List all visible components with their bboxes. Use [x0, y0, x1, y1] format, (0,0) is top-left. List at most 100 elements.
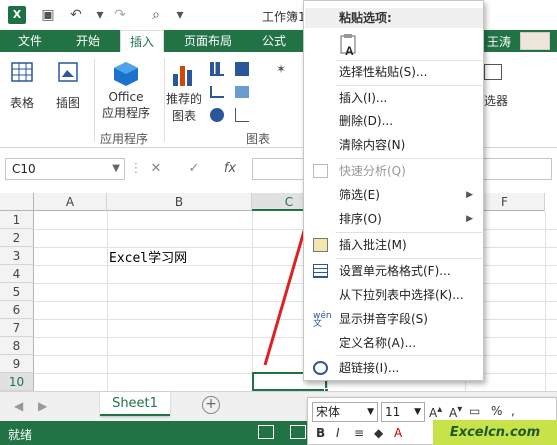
context-menu: 粘贴选项: A 选择性粘贴(S)... 插入(I)... 删除(D)... 清除…: [303, 0, 484, 381]
row-header[interactable]: 9: [0, 355, 34, 373]
scroll-right-icon[interactable]: ▶: [38, 399, 47, 413]
customize-qat-icon[interactable]: ▾: [170, 6, 190, 24]
fill-color-icon[interactable]: ◆: [374, 426, 383, 440]
menu-item-pick-from-list[interactable]: 从下拉列表中选择(K)...: [305, 284, 483, 306]
undo-dropdown-icon[interactable]: ▾: [90, 6, 110, 24]
chevron-down-icon[interactable]: ▼: [112, 159, 120, 179]
menu-item-define-name[interactable]: 定义名称(A)...: [305, 332, 483, 354]
status-ready: 就绪: [8, 428, 33, 442]
menu-item-insert-comment[interactable]: 插入批注(M): [305, 234, 483, 256]
chevron-down-icon: ▼: [367, 407, 374, 417]
menu-item-sort[interactable]: 排序(O) ▶: [305, 208, 483, 230]
row-header[interactable]: 2: [0, 229, 34, 247]
table-button[interactable]: 表格: [4, 60, 40, 111]
row-header[interactable]: 6: [0, 301, 34, 319]
tab-home[interactable]: 开始: [66, 30, 110, 52]
redo-icon[interactable]: ↷: [110, 6, 130, 24]
enter-icon[interactable]: ✓: [184, 158, 204, 180]
save-icon[interactable]: ▣: [38, 6, 58, 24]
add-sheet-icon[interactable]: +: [202, 396, 220, 414]
menu-separator: [336, 232, 482, 233]
filter-partial-label[interactable]: 选器: [484, 92, 508, 109]
slicer-icon[interactable]: [484, 64, 502, 80]
menu-item-clear-contents[interactable]: 清除内容(N): [305, 134, 483, 156]
avatar[interactable]: [520, 32, 550, 50]
office-apps-label-2: 应用程序: [101, 106, 150, 120]
menu-item-quick-analysis: 快速分析(Q): [305, 160, 483, 182]
excel-logo-icon: X: [8, 6, 26, 24]
undo-icon[interactable]: ↶: [66, 6, 86, 24]
row-header[interactable]: 3: [0, 247, 34, 265]
print-preview-icon[interactable]: ⌕: [146, 6, 166, 24]
hyperlink-icon: [313, 361, 328, 375]
row-header[interactable]: 10: [0, 373, 34, 391]
tab-insert[interactable]: 插入: [120, 30, 164, 52]
bold-button[interactable]: B: [316, 426, 325, 440]
column-header-a[interactable]: A: [34, 193, 107, 211]
apps-group-label: 应用程序: [100, 132, 149, 146]
comma-style-icon[interactable]: ,: [511, 404, 515, 418]
tab-page-layout[interactable]: 页面布局: [176, 30, 240, 52]
sheet-tab-sheet1[interactable]: Sheet1: [100, 392, 170, 416]
scroll-left-icon[interactable]: ◀: [14, 399, 23, 413]
menu-item-insert[interactable]: 插入(I)...: [305, 87, 483, 109]
column-header-b[interactable]: B: [107, 193, 252, 211]
row-header[interactable]: 1: [0, 211, 34, 229]
format-cells-icon: [313, 264, 328, 278]
office-apps-button[interactable]: Office 应用程序: [94, 60, 158, 121]
row-header[interactable]: 8: [0, 337, 34, 355]
menu-separator: [336, 158, 482, 159]
currency-format-icon[interactable]: ▭: [469, 404, 480, 418]
row-header[interactable]: 5: [0, 283, 34, 301]
row-header[interactable]: 4: [0, 265, 34, 283]
menu-item-hyperlink[interactable]: 超链接(I)...: [305, 357, 483, 379]
font-size-select[interactable]: 11 ▼: [381, 402, 425, 422]
tab-formulas[interactable]: 公式: [254, 30, 294, 52]
menu-separator: [336, 85, 482, 86]
menu-item-paste-special[interactable]: 选择性粘贴(S)...: [305, 61, 483, 83]
menu-item-label: 超链接(I)...: [339, 361, 400, 375]
normal-view-icon[interactable]: [258, 425, 274, 439]
align-center-icon[interactable]: ≡: [354, 426, 364, 440]
scatter-chart-icon[interactable]: [235, 108, 249, 122]
line-chart-icon[interactable]: [210, 86, 224, 98]
cell-b3[interactable]: Excel学习网: [109, 247, 187, 266]
table-label: 表格: [9, 96, 34, 110]
menu-item-label: 筛选(E): [339, 188, 380, 202]
menu-item-label: 删除(D)...: [339, 114, 394, 128]
store-icon: [114, 62, 138, 86]
hierarchy-chart-icon[interactable]: [235, 62, 249, 76]
italic-button[interactable]: I: [336, 426, 340, 440]
page-layout-view-icon[interactable]: [290, 425, 306, 439]
select-all-corner[interactable]: [0, 193, 34, 211]
tab-file[interactable]: 文件: [8, 30, 52, 52]
percent-style-icon[interactable]: %: [491, 404, 502, 418]
name-box[interactable]: C10 ▼: [5, 158, 125, 180]
illustrations-button[interactable]: 插图: [50, 60, 86, 111]
menu-item-filter[interactable]: 筛选(E) ▶: [305, 184, 483, 206]
cancel-icon[interactable]: ✕: [146, 158, 166, 180]
combo-chart-icon[interactable]: ✶: [276, 62, 294, 76]
column-chart-icon[interactable]: [210, 62, 224, 76]
row-header[interactable]: 7: [0, 319, 34, 337]
menu-item-delete[interactable]: 删除(D)...: [305, 110, 483, 132]
stat-chart-icon[interactable]: [235, 86, 249, 98]
decrease-font-icon[interactable]: A▾: [449, 404, 462, 420]
increase-font-icon[interactable]: A▴: [429, 404, 442, 420]
paste-option-icon[interactable]: A: [338, 33, 358, 58]
recommended-charts-button[interactable]: 推荐的 图表: [164, 60, 204, 124]
menu-separator: [336, 355, 482, 356]
font-name-select[interactable]: 宋体 ▼: [312, 402, 378, 422]
menu-separator: [336, 258, 482, 259]
menu-item-label: 插入(I)...: [339, 91, 388, 105]
insert-function-icon[interactable]: fx: [220, 158, 240, 180]
quick-analysis-icon: [313, 164, 328, 178]
submenu-arrow-icon: ▶: [466, 214, 473, 224]
font-color-icon[interactable]: A: [394, 426, 402, 440]
menu-item-show-phonetic[interactable]: wén 文 显示拼音字段(S): [305, 308, 483, 330]
menu-item-format-cells[interactable]: 设置单元格格式(F)...: [305, 260, 483, 282]
pie-chart-icon[interactable]: [210, 108, 224, 122]
user-name[interactable]: 王涛: [487, 33, 511, 50]
paste-options-header: 粘贴选项:: [305, 8, 483, 28]
menu-item-label: 排序(O): [339, 212, 382, 226]
